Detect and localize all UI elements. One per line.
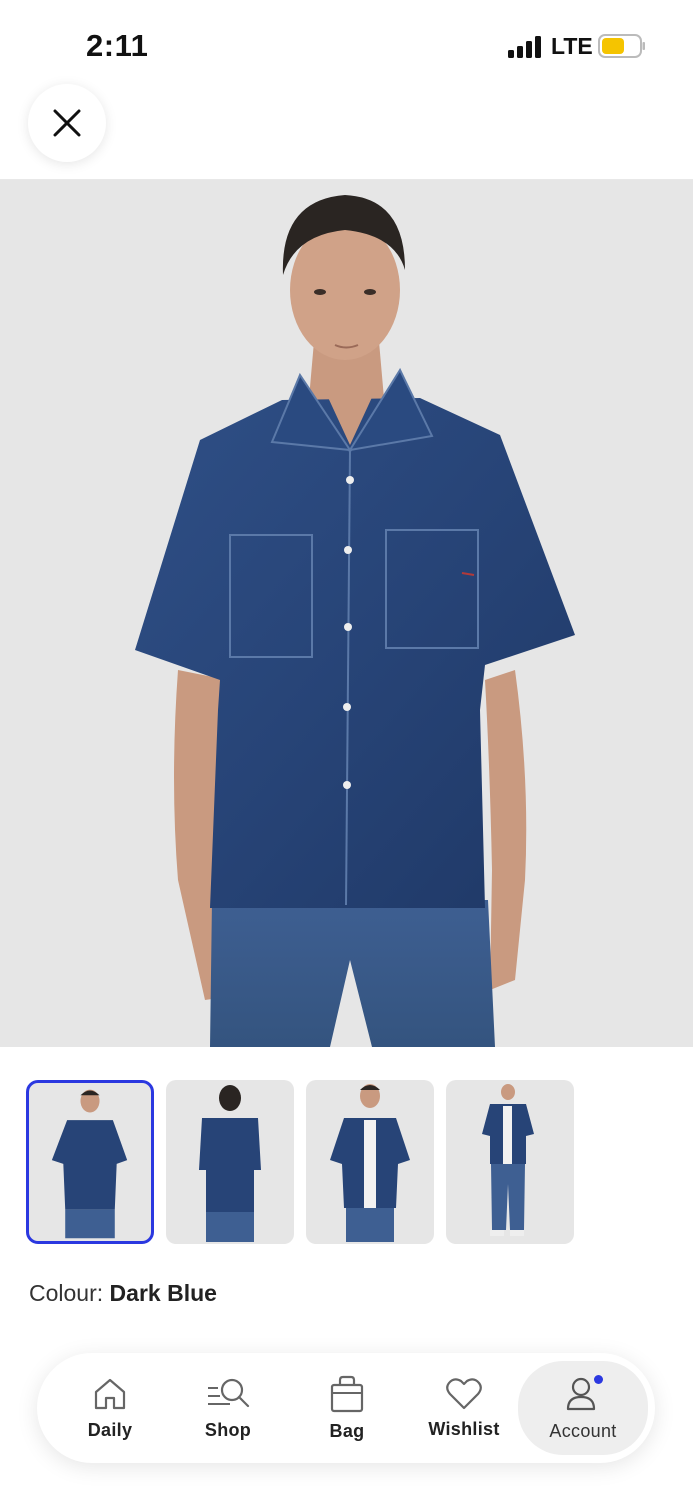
nav-label: Bag (329, 1420, 365, 1441)
colour-info: Colour: Dark Blue (29, 1280, 217, 1307)
signal-icon (508, 36, 541, 58)
thumbnail-image (51, 1089, 128, 1239)
network-label: LTE (551, 33, 593, 59)
bottom-nav: Daily Shop Bag Wishlist Account (37, 1353, 655, 1463)
battery-icon (598, 34, 645, 58)
thumbnail-image (330, 1084, 410, 1242)
thumbnail-strip (26, 1080, 574, 1244)
product-image[interactable] (0, 180, 693, 1047)
thumbnail-open-shirt[interactable] (306, 1080, 434, 1244)
nav-item-account[interactable]: Account (518, 1361, 648, 1455)
heart-icon (446, 1377, 482, 1409)
nav-label: Daily (87, 1419, 133, 1440)
thumbnail-front[interactable] (26, 1080, 154, 1244)
thumbnail-back[interactable] (166, 1080, 294, 1244)
status-time: 2:11 (86, 28, 149, 63)
nav-label: Wishlist (428, 1418, 500, 1439)
close-icon (53, 109, 81, 137)
search-icon (208, 1378, 250, 1407)
nav-item-wishlist[interactable]: Wishlist (409, 1353, 519, 1463)
notification-dot (594, 1374, 603, 1384)
nav-label: Shop (204, 1419, 252, 1440)
nav-label: Account (549, 1420, 617, 1441)
colour-value: Dark Blue (109, 1280, 217, 1306)
thumbnail-full-length[interactable] (446, 1080, 574, 1244)
nav-item-shop[interactable]: Shop (173, 1353, 283, 1463)
home-icon (94, 1378, 126, 1409)
close-button[interactable] (28, 84, 106, 162)
model-illustration (135, 195, 575, 1047)
nav-item-daily[interactable]: Daily (55, 1353, 165, 1463)
status-bar: 2:11 LTE (0, 0, 693, 90)
nav-item-bag[interactable]: Bag (292, 1353, 402, 1463)
thumbnail-image (199, 1085, 261, 1242)
bag-icon (330, 1375, 364, 1412)
colour-label: Colour: (29, 1280, 104, 1306)
thumbnail-image (482, 1084, 534, 1236)
